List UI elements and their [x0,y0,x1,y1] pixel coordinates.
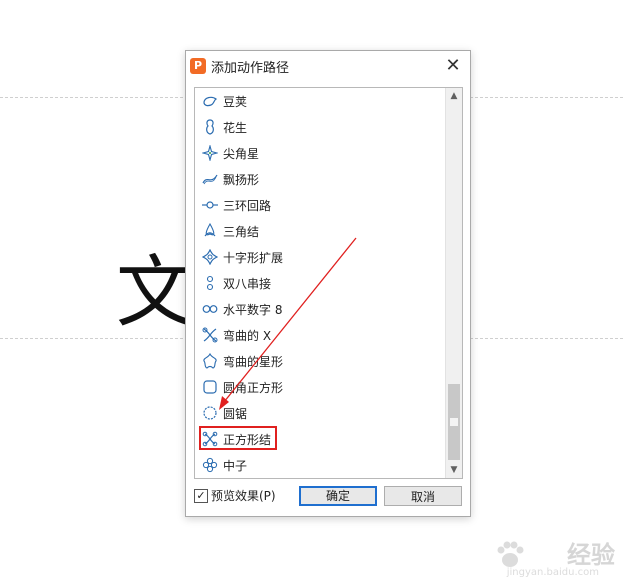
peanut-icon [206,119,214,135]
slide-text[interactable]: 文 [116,248,194,338]
motion-path-item-label: 双八串接 [223,276,272,291]
circular-saw-icon [203,406,217,420]
motion-path-item[interactable]: 水平数字 8 [195,296,445,322]
motion-path-item[interactable]: 中子 [195,452,445,478]
close-button[interactable]: ✕ [442,55,464,77]
scroll-down-button[interactable]: ▼ [446,462,462,478]
app-logo-icon: P [190,58,206,74]
motion-path-item[interactable]: 三环回路 [195,192,445,218]
motion-path-item[interactable]: 弯曲的 X [195,322,445,348]
motion-path-item[interactable]: 弯曲的星形 [195,348,445,374]
motion-path-item-label: 圆角正方形 [223,380,284,395]
curved-star-icon [203,353,217,369]
motion-path-item-label: 三环回路 [223,198,272,213]
motion-path-item-label: 十字形扩展 [223,250,284,265]
preview-checkbox[interactable]: ✓ [194,489,208,503]
motion-path-item[interactable]: 圆角正方形 [195,374,445,400]
motion-path-item[interactable]: 豆荚 [195,88,445,114]
sharp-star-icon [202,145,218,161]
motion-path-item-label: 中子 [223,458,248,473]
pea-pod-icon [203,96,218,107]
ok-button[interactable]: 确定 [299,486,377,506]
motion-path-item-label: 尖角星 [223,146,260,161]
preview-checkbox-label[interactable]: 预览效果(P) [211,487,276,504]
scroll-thumb[interactable] [448,384,460,460]
slide-canvas: 文 P 添加动作路径 ✕ 豆荚花生尖角星飘扬形三环回路三角结十字形扩展双八串接水… [0,0,623,580]
motion-path-item-label: 弯曲的星形 [223,354,284,369]
rounded-square-icon [203,380,217,394]
motion-path-item-label: 弯曲的 X [223,328,272,343]
motion-path-item[interactable]: 花生 [195,114,445,140]
flutter-icon [202,174,218,185]
horizontal-eight-icon [202,305,218,313]
cross-expand-icon [202,249,218,265]
motion-path-item[interactable]: 尖角星 [195,140,445,166]
motion-path-item-label: 飘扬形 [223,172,260,187]
motion-path-item-label: 花生 [223,120,248,135]
watermark-url: jingyan.baidu.com [506,567,599,578]
triangle-knot-icon [204,223,216,237]
motion-path-item-label: 三角结 [223,224,260,239]
dialog-title: 添加动作路径 [211,61,290,76]
motion-path-item[interactable]: 十字形扩展 [195,244,445,270]
motion-path-item[interactable]: 正方形结 [195,426,445,452]
watermark-text: 经验 [567,541,615,569]
list-scrollbar[interactable]: ▲ ▼ [445,88,462,478]
selection-highlight-box [199,426,277,450]
dialog-titlebar[interactable]: P 添加动作路径 ✕ [186,51,470,81]
curved-x-icon [202,327,218,343]
motion-path-item[interactable]: 飘扬形 [195,166,445,192]
neutron-icon [202,457,218,473]
add-motion-path-dialog: P 添加动作路径 ✕ 豆荚花生尖角星飘扬形三环回路三角结十字形扩展双八串接水平数… [185,50,471,517]
motion-path-item[interactable]: 双八串接 [195,270,445,296]
triple-loop-icon [202,201,218,209]
motion-path-item[interactable]: 三角结 [195,218,445,244]
scroll-up-button[interactable]: ▲ [446,88,462,104]
scroll-grip [450,418,458,426]
motion-path-item-label: 圆锯 [223,406,248,421]
motion-path-item[interactable]: 圆锯 [195,400,445,426]
motion-path-item-label: 水平数字 8 [223,302,283,317]
double-eight-icon [206,275,214,291]
motion-path-items: 豆荚花生尖角星飘扬形三环回路三角结十字形扩展双八串接水平数字 8 弯曲的 X 弯曲的… [195,88,445,478]
cancel-button[interactable]: 取消 [384,486,462,506]
motion-path-list[interactable]: 豆荚花生尖角星飘扬形三环回路三角结十字形扩展双八串接水平数字 8 弯曲的 X 弯曲的… [194,87,463,479]
motion-path-item-label: 豆荚 [223,94,248,109]
dialog-footer: ✓ 预览效果(P) 确定 取消 [186,483,470,513]
